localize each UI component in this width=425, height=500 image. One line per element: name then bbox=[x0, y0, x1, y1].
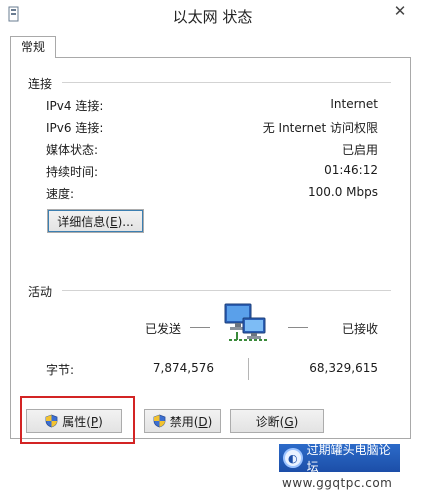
bytes-label: 字节: bbox=[46, 363, 75, 377]
disable-button[interactable]: 禁用(D) bbox=[144, 409, 221, 433]
activity-heading: 活动 bbox=[28, 285, 53, 299]
network-computers-icon bbox=[224, 303, 267, 341]
connection-heading: 连接 bbox=[28, 77, 53, 91]
tab-strip: 常规 bbox=[10, 36, 411, 58]
diagnose-button-label: 诊断(G) bbox=[255, 414, 299, 429]
tab-general[interactable]: 常规 bbox=[10, 36, 56, 58]
annotation-highlight-box bbox=[20, 396, 135, 444]
bytes-sent-value: 7,874,576 bbox=[152, 361, 214, 375]
received-dash bbox=[288, 327, 308, 328]
window-title: 以太网 状态 bbox=[172, 8, 253, 26]
close-button[interactable]: ✕ bbox=[378, 0, 422, 22]
details-button-label: 详细信息(E)... bbox=[57, 214, 134, 229]
disable-button-label: 禁用(D) bbox=[169, 414, 213, 429]
watermark-banner: ◐ 过期罐头电脑论坛 bbox=[279, 443, 400, 474]
sent-label: 已发送 bbox=[145, 322, 182, 336]
diagnose-button[interactable]: 诊断(G) bbox=[230, 409, 324, 433]
tab-panel-general bbox=[10, 57, 411, 439]
ipv6-value: 无 Internet 访问权限 bbox=[262, 121, 378, 135]
bytes-received-value: 68,329,615 bbox=[309, 361, 378, 375]
bytes-separator bbox=[248, 358, 249, 380]
uac-shield-icon bbox=[153, 414, 166, 428]
speed-label: 速度: bbox=[46, 187, 75, 201]
duration-value: 01:46:12 bbox=[324, 163, 378, 177]
ipv4-label: IPv4 连接: bbox=[46, 99, 104, 113]
speed-value: 100.0 Mbps bbox=[307, 185, 378, 199]
watermark-logo-icon: ◐ bbox=[283, 448, 303, 468]
watermark-url: www.ggqtpc.com bbox=[282, 476, 393, 490]
media-state-value: 已启用 bbox=[341, 143, 378, 157]
sent-dash bbox=[190, 327, 210, 328]
received-label: 已接收 bbox=[342, 322, 379, 336]
duration-label: 持续时间: bbox=[46, 165, 99, 179]
ipv4-value: Internet bbox=[330, 97, 378, 111]
watermark-site-name: 过期罐头电脑论坛 bbox=[306, 443, 391, 474]
ipv6-label: IPv6 连接: bbox=[46, 121, 104, 135]
details-button[interactable]: 详细信息(E)... bbox=[47, 209, 144, 233]
close-icon: ✕ bbox=[393, 2, 407, 20]
connection-divider bbox=[62, 82, 391, 83]
media-state-label: 媒体状态: bbox=[46, 143, 99, 157]
title-bar: 以太网 状态 ✕ bbox=[0, 0, 425, 34]
activity-divider bbox=[62, 290, 391, 291]
